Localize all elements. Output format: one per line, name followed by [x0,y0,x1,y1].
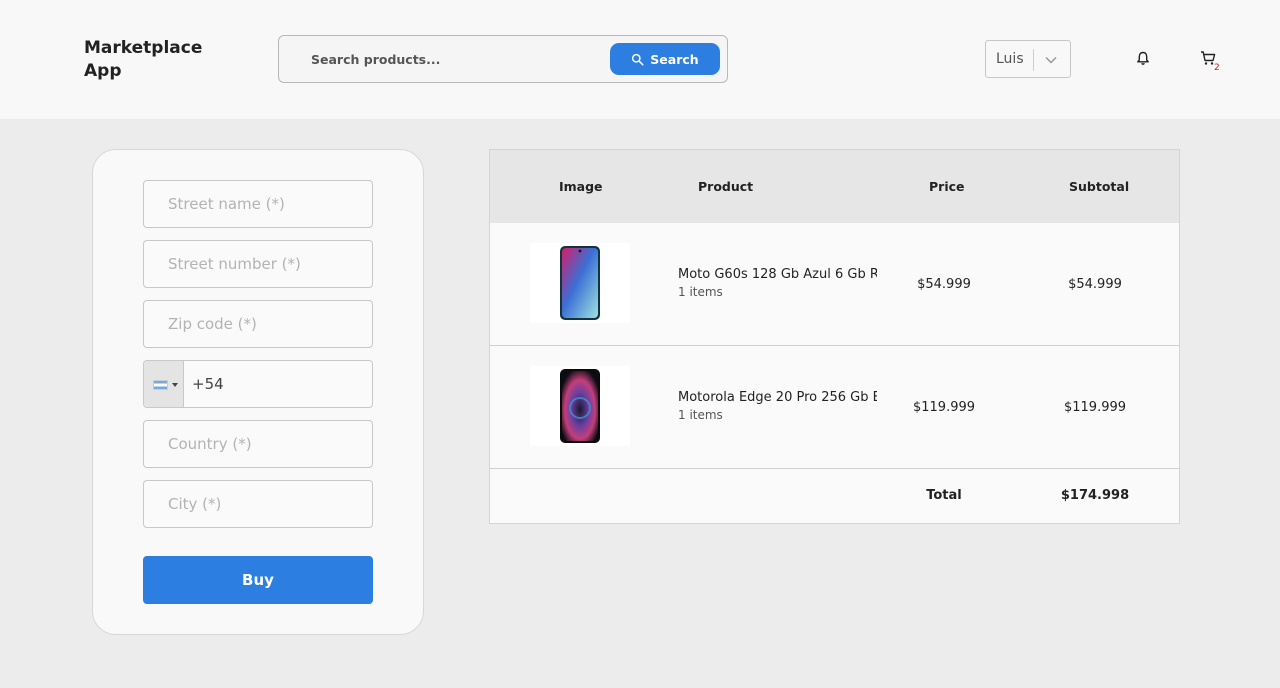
product-quantity: 1 items [678,285,723,299]
column-header-price: Price [929,179,965,194]
product-name: Motorola Edge 20 Pro 256 Gb Blue Vegan L… [678,390,877,405]
chevron-down-icon [1045,56,1057,64]
caret-down-icon [172,383,178,387]
zip-code-field[interactable] [143,300,373,348]
product-quantity: 1 items [678,408,723,422]
product-image[interactable] [530,243,630,323]
product-price: $119.999 [912,400,976,415]
shipping-form: Buy [92,149,424,635]
app-logo[interactable]: Marketplace App [84,37,224,83]
country-code-select[interactable] [144,361,184,407]
product-name: Moto G60s 128 Gb Azul 6 Gb Ram [678,267,877,282]
column-header-subtotal: Subtotal [1069,179,1130,194]
argentina-flag-icon [153,380,168,390]
search-button[interactable]: Search [610,43,720,75]
total-label: Total [926,488,962,503]
bell-icon[interactable] [1136,51,1150,66]
search-button-label: Search [650,51,699,67]
street-name-field[interactable] [143,180,373,228]
phone-image [560,369,600,443]
product-price: $54.999 [917,277,971,292]
search-bar: Search [278,35,728,83]
phone-field [143,360,373,408]
user-select-divider [1033,49,1034,71]
phone-image [560,246,600,320]
column-header-image: Image [559,179,603,194]
phone-input[interactable] [192,361,370,407]
buy-button[interactable]: Buy [143,556,373,604]
country-field[interactable] [143,420,373,468]
user-select[interactable]: Luis [985,40,1071,78]
search-icon [632,53,644,66]
top-bar: Marketplace App Search Luis 2 [0,0,1280,119]
cart-count-badge: 2 [1214,63,1220,73]
table-header: Image Product Price Subtotal [490,150,1179,223]
product-subtotal: $54.999 [1068,277,1122,292]
user-select-value: Luis [996,51,1024,67]
product-image[interactable] [530,366,630,446]
search-input[interactable] [297,36,607,82]
total-row: Total $174.998 [490,469,1179,523]
product-subtotal: $119.999 [1063,400,1127,415]
table-row: Moto G60s 128 Gb Azul 6 Gb Ram 1 items $… [490,223,1179,346]
column-header-product: Product [698,179,754,194]
table-row: Motorola Edge 20 Pro 256 Gb Blue Vegan L… [490,346,1179,469]
total-value: $174.998 [1060,488,1130,503]
cart-table: Image Product Price Subtotal Moto G60s 1… [489,149,1180,524]
city-field[interactable] [143,480,373,528]
street-number-field[interactable] [143,240,373,288]
